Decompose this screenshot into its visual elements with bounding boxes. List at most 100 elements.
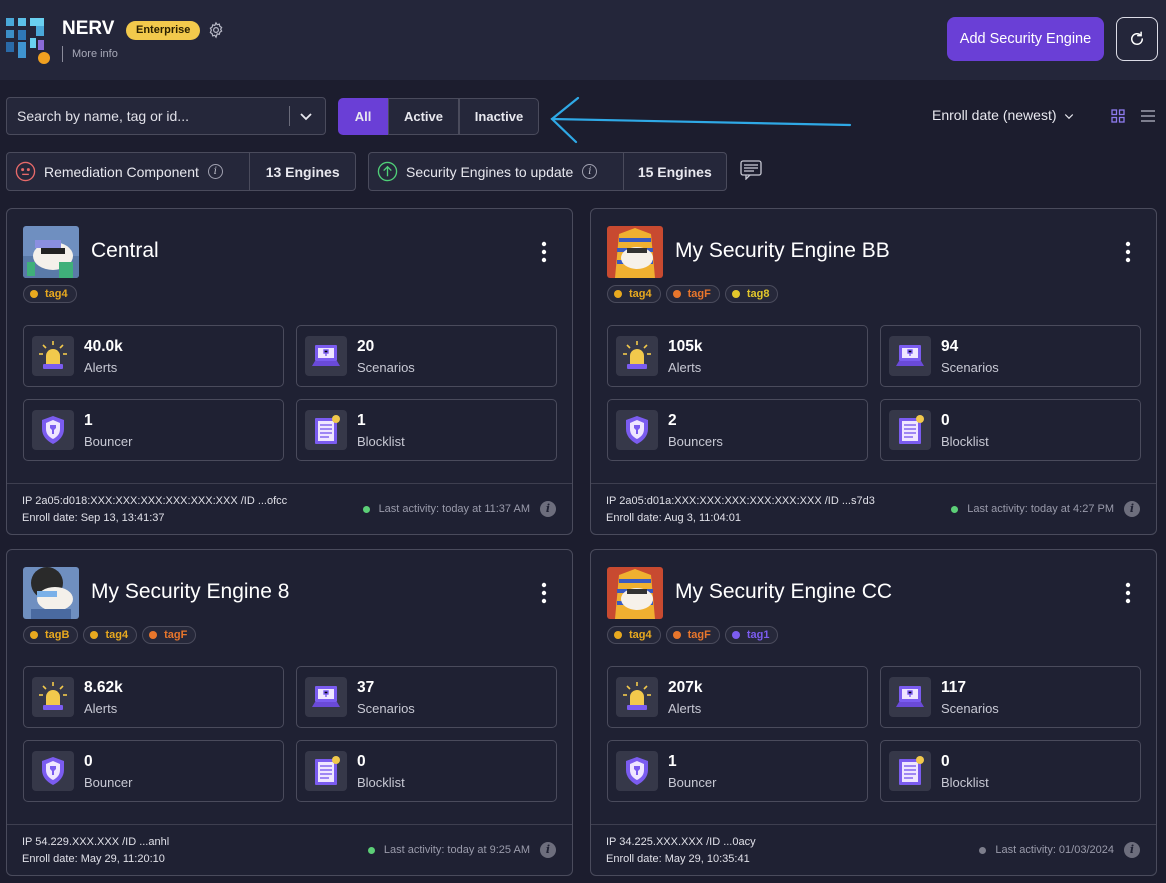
last-activity-text: Last activity: 01/03/2024: [995, 844, 1114, 856]
tag-badge[interactable]: tagF: [665, 626, 720, 644]
alerts-metric-label: Alerts: [668, 701, 702, 716]
info-icon[interactable]: i: [540, 842, 556, 858]
engine-name[interactable]: My Security Engine CC: [675, 580, 892, 604]
tag-label: tag8: [746, 288, 770, 300]
alerts-metric[interactable]: 40.0k Alerts: [23, 325, 284, 387]
scenarios-metric-value: 117: [941, 679, 967, 696]
tag-badge[interactable]: tag4: [83, 626, 138, 644]
alerts-metric[interactable]: 105k Alerts: [607, 325, 868, 387]
blocklist-metric[interactable]: 1 Blocklist: [296, 399, 557, 461]
sort-dropdown[interactable]: Enroll date (newest): [932, 107, 1075, 123]
tag-badge[interactable]: tagF: [665, 285, 720, 303]
engine-card[interactable]: My Security Engine 8 tagB tag4 tagF 8.62k …: [6, 549, 573, 876]
more-options-icon[interactable]: [537, 581, 551, 605]
tag-label: tag4: [105, 629, 129, 641]
search-box[interactable]: [6, 97, 326, 135]
info-icon[interactable]: i: [582, 164, 598, 179]
filter-all-tab[interactable]: All: [338, 98, 388, 135]
engine-details: IP 34.225.XXX.XXX /ID ...0acy Enroll dat…: [606, 834, 756, 868]
more-info-link[interactable]: More info: [62, 46, 118, 62]
engine-card[interactable]: Central tag4 40.0k Alerts 20 Scenarios 1…: [6, 208, 573, 535]
grid-view-icon[interactable]: [1111, 109, 1125, 123]
tag-badge[interactable]: tag8: [724, 285, 779, 303]
info-icon[interactable]: i: [1124, 501, 1140, 517]
engine-enroll-date: Enroll date: Aug 3, 11:04:01: [606, 512, 741, 524]
bouncers-metric[interactable]: 1 Bouncer: [607, 740, 868, 802]
more-options-icon[interactable]: [1121, 581, 1135, 605]
scenario-icon: [889, 336, 931, 376]
engine-card[interactable]: My Security Engine BB tag4 tagF tag8 105k …: [590, 208, 1157, 535]
annotation-arrow: [550, 96, 852, 144]
list-view-icon[interactable]: [1141, 109, 1155, 123]
blocklist-metric[interactable]: 0 Blocklist: [880, 740, 1141, 802]
alerts-metric-value: 105k: [668, 338, 703, 355]
scenarios-metric[interactable]: 20 Scenarios: [296, 325, 557, 387]
card-divider: [591, 483, 1156, 484]
blocklist-metric[interactable]: 0 Blocklist: [296, 740, 557, 802]
blocklist-metric-label: Blocklist: [941, 434, 989, 449]
info-icon[interactable]: i: [207, 164, 223, 179]
tag-badge[interactable]: tagF: [142, 626, 197, 644]
info-icon[interactable]: i: [540, 501, 556, 517]
update-label: Security Engines to update: [406, 163, 574, 180]
engine-ip: IP 2a05:d01a:XXX:XXX:XXX:XXX:XXX:XXX /ID…: [606, 495, 875, 507]
scenarios-metric[interactable]: 37 Scenarios: [296, 666, 557, 728]
last-activity: Last activity: 01/03/2024 i: [979, 842, 1140, 858]
notes-icon[interactable]: [740, 160, 762, 180]
engine-name[interactable]: My Security Engine 8: [91, 580, 289, 604]
info-icon[interactable]: i: [1124, 842, 1140, 858]
alerts-metric[interactable]: 8.62k Alerts: [23, 666, 284, 728]
scenarios-metric[interactable]: 94 Scenarios: [880, 325, 1141, 387]
more-options-icon[interactable]: [1121, 240, 1135, 264]
chevron-down-icon[interactable]: [298, 108, 314, 124]
blocklist-metric-label: Blocklist: [357, 434, 405, 449]
bouncers-metric[interactable]: 0 Bouncer: [23, 740, 284, 802]
bouncers-metric-label: Bouncer: [84, 775, 133, 790]
blocklist-metric-value: 0: [941, 412, 950, 429]
gear-icon[interactable]: [207, 21, 225, 39]
remediation-summary[interactable]: Remediation Component i 13 Engines: [6, 152, 356, 191]
tag-badge[interactable]: tag4: [607, 285, 661, 303]
card-divider: [591, 824, 1156, 825]
bouncers-metric[interactable]: 1 Bouncer: [23, 399, 284, 461]
engine-name[interactable]: My Security Engine BB: [675, 239, 890, 263]
blocklist-icon: [305, 751, 347, 791]
update-summary[interactable]: Security Engines to update i 15 Engines: [368, 152, 727, 191]
alerts-metric-label: Alerts: [84, 360, 118, 375]
alerts-metric-label: Alerts: [84, 701, 118, 716]
neutral-face-icon: [15, 161, 36, 182]
engine-avatar: [607, 567, 663, 619]
bouncers-metric[interactable]: 2 Bouncers: [607, 399, 868, 461]
filter-inactive-tab[interactable]: Inactive: [459, 98, 539, 135]
status-dot: [951, 505, 959, 513]
refresh-button[interactable]: [1116, 17, 1158, 61]
alerts-metric-value: 207k: [668, 679, 703, 696]
blocklist-metric-label: Blocklist: [357, 775, 405, 790]
scenarios-metric[interactable]: 117 Scenarios: [880, 666, 1141, 728]
last-activity: Last activity: today at 9:25 AM i: [367, 842, 556, 858]
tag-badge[interactable]: tagB: [23, 626, 79, 644]
search-input[interactable]: [7, 98, 289, 134]
tag-badge[interactable]: tag4: [607, 626, 661, 644]
scenarios-metric-label: Scenarios: [357, 701, 415, 716]
filter-active-tab[interactable]: Active: [388, 98, 459, 135]
status-dot: [979, 846, 987, 854]
engine-avatar: [23, 226, 79, 278]
last-activity: Last activity: today at 11:37 AM i: [362, 501, 556, 517]
engine-details: IP 2a05:d01a:XXX:XXX:XXX:XXX:XXX:XXX /ID…: [606, 493, 875, 527]
tag-badge[interactable]: tag4: [23, 285, 77, 303]
remediation-label: Remediation Component: [44, 163, 199, 180]
status-dot: [362, 505, 370, 513]
engine-ip: IP 34.225.XXX.XXX /ID ...0acy: [606, 836, 756, 848]
alarm-icon: [616, 677, 658, 717]
alerts-metric[interactable]: 207k Alerts: [607, 666, 868, 728]
bouncers-metric-label: Bouncer: [84, 434, 133, 449]
more-options-icon[interactable]: [537, 240, 551, 264]
engine-name[interactable]: Central: [91, 239, 159, 263]
engine-ip: IP 2a05:d018:XXX:XXX:XXX:XXX:XXX:XXX /ID…: [22, 495, 288, 507]
engine-card[interactable]: My Security Engine CC tag4 tagF tag1 207k …: [590, 549, 1157, 876]
blocklist-metric[interactable]: 0 Blocklist: [880, 399, 1141, 461]
tag-badge[interactable]: tag1: [724, 626, 779, 644]
add-security-engine-button[interactable]: Add Security Engine: [947, 17, 1104, 61]
blocklist-metric-value: 0: [357, 753, 366, 770]
